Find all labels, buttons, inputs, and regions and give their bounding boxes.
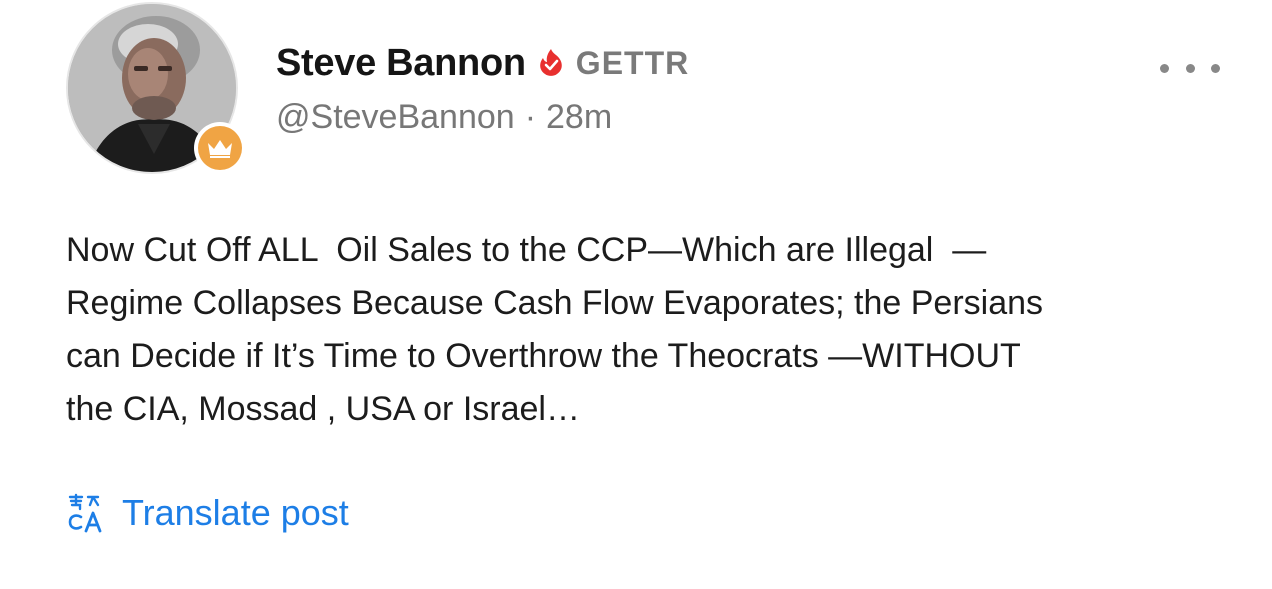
translate-post-button[interactable]: Translate post [66,490,349,536]
author-avatar-container[interactable] [66,2,246,174]
verified-flame-icon [536,48,566,78]
post-text: Now Cut Off ALL Oil Sales to the CCP—Whi… [66,231,1044,428]
crown-icon [198,126,242,170]
crown-badge [194,122,246,174]
post-timestamp[interactable]: 28m [546,98,612,137]
post-card: Steve Bannon GETTR @SteveBannon · 28m No… [0,0,1272,589]
meta-separator: · [524,97,537,136]
translate-icon [66,493,108,533]
author-name-row: Steve Bannon GETTR [276,40,689,86]
more-dot [1211,63,1220,73]
more-dot [1185,63,1195,73]
translate-post-label[interactable]: Translate post [122,492,349,534]
platform-label: GETTR [575,44,690,81]
more-options-icon[interactable] [1160,58,1220,78]
author-meta-row: @SteveBannon · 28m [276,96,612,138]
author-name[interactable]: Steve Bannon [276,42,526,85]
author-handle[interactable]: @SteveBannon [276,98,515,137]
more-dot [1160,63,1169,73]
